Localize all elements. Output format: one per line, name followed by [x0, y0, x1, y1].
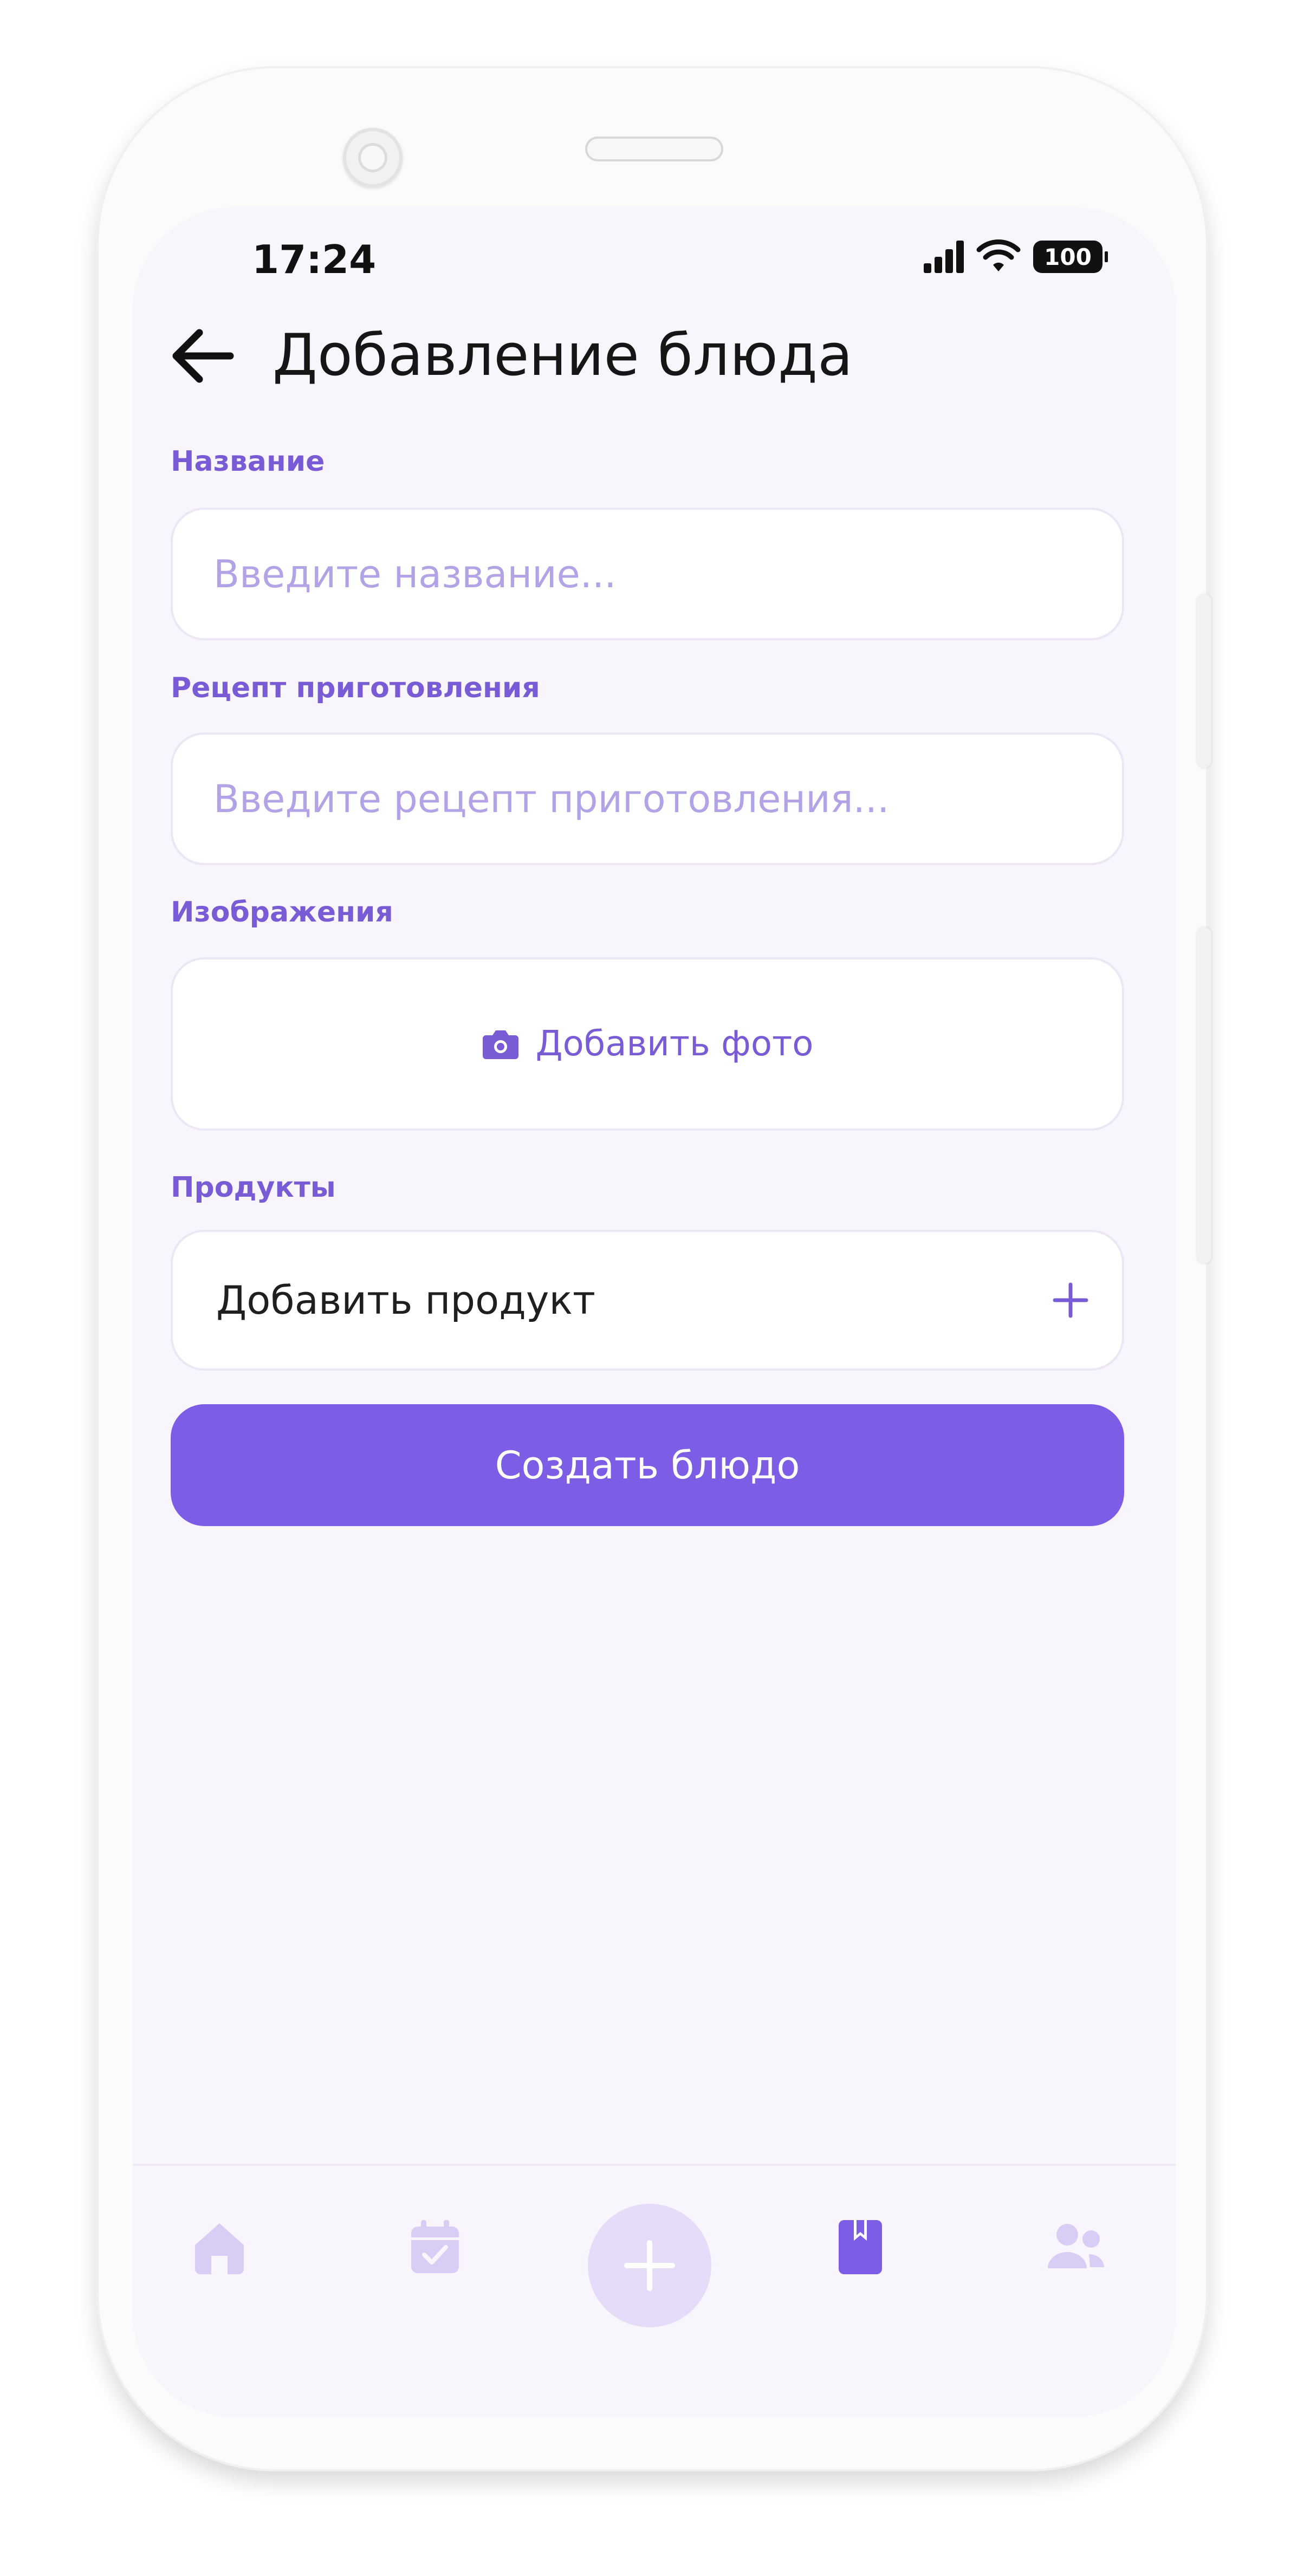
add-photo-label: Добавить фото [535, 1024, 814, 1064]
arrow-left-icon[interactable] [170, 326, 235, 386]
calendar-check-icon [411, 2220, 459, 2273]
tab-add[interactable] [588, 2204, 711, 2327]
recipe-label: Рецепт приготовления [171, 672, 540, 704]
users-icon [1048, 2224, 1104, 2268]
add-photo-button[interactable]: Добавить фото [171, 957, 1124, 1131]
plus-icon [1052, 1232, 1089, 1368]
battery-icon: 100 [1033, 241, 1108, 273]
images-label: Изображения [171, 896, 393, 929]
status-icons: 100 [924, 235, 1108, 278]
name-input[interactable]: Введите название... [171, 508, 1124, 640]
plus-icon [624, 2240, 675, 2291]
cellular-signal-icon [924, 241, 964, 273]
bottom-tab-bar [133, 2164, 1176, 2417]
app-screen: 17:24 100 Добавление блюда Название Введ… [133, 207, 1176, 2417]
earpiece-speaker [585, 137, 723, 161]
add-photo-content: Добавить фото [173, 959, 1122, 1128]
tab-recipes[interactable] [817, 2166, 904, 2328]
tab-users[interactable] [1032, 2166, 1119, 2328]
bookmark-book-icon [839, 2220, 882, 2274]
recipe-placeholder: Введите рецепт приготовления... [213, 776, 890, 821]
tab-home[interactable] [176, 2166, 263, 2328]
tab-calendar[interactable] [392, 2166, 478, 2328]
home-icon [195, 2223, 244, 2274]
battery-level: 100 [1044, 243, 1092, 270]
page-title: Добавление блюда [273, 322, 853, 388]
status-time: 17:24 [252, 237, 377, 282]
create-dish-button[interactable]: Создать блюдо [171, 1404, 1124, 1526]
camera-icon [482, 1030, 518, 1059]
name-placeholder: Введите название... [213, 551, 617, 596]
wifi-icon [976, 239, 1021, 271]
front-camera [343, 128, 403, 187]
recipe-input[interactable]: Введите рецепт приготовления... [171, 732, 1124, 865]
add-product-button[interactable]: Добавить продукт [171, 1230, 1124, 1371]
add-product-label: Добавить продукт [216, 1277, 595, 1323]
side-button-lower [1197, 927, 1211, 1263]
side-button-upper [1197, 594, 1211, 768]
name-label: Название [171, 445, 325, 478]
products-label: Продукты [171, 1171, 336, 1204]
